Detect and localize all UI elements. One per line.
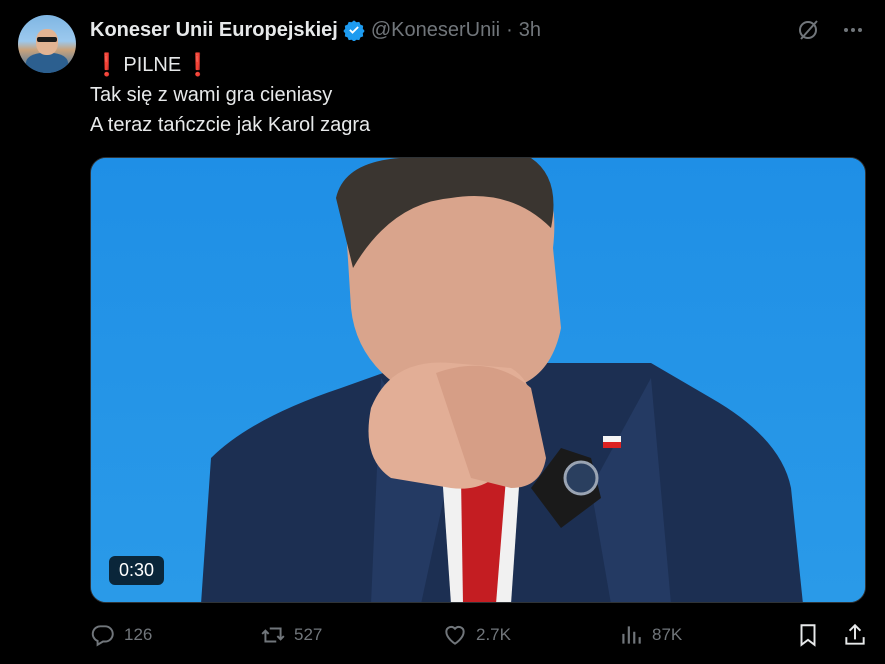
repost-icon — [261, 627, 285, 643]
repost-count: 527 — [294, 625, 323, 644]
exclamation-icon: ❗ — [184, 52, 212, 77]
reply-button[interactable]: 126 — [90, 622, 152, 648]
bookmark-icon — [800, 624, 816, 647]
views-button[interactable]: 87K — [618, 622, 682, 648]
share-icon — [845, 623, 865, 645]
header-separator: · — [506, 18, 513, 41]
tweet-text: ❗ PILNE ❗ Tak się z wami gra cieniasy A … — [90, 50, 370, 140]
tweet-line-1: PILNE — [123, 54, 182, 76]
author-name[interactable]: Koneser Unii Europejskiej — [90, 19, 338, 42]
video-player[interactable]: 0:30 — [90, 157, 866, 603]
tweet-line-2: Tak się z wami gra cieniasy — [90, 84, 333, 106]
share-button[interactable] — [842, 622, 868, 648]
action-bar: 126 527 2.7K 87K — [90, 622, 866, 652]
author-handle[interactable]: @KoneserUnii — [371, 19, 500, 42]
repost-button[interactable]: 527 — [260, 622, 322, 648]
more-icon[interactable] — [841, 18, 865, 42]
tweet-header: Koneser Unii Europejskiej @KoneserUnii ·… — [90, 15, 541, 45]
verified-badge-icon — [343, 20, 365, 41]
views-icon — [622, 626, 641, 644]
views-count: 87K — [652, 625, 683, 644]
grok-icon[interactable] — [797, 18, 821, 42]
reply-count: 126 — [124, 625, 153, 644]
like-icon — [445, 625, 465, 645]
tweet-line-3: A teraz tańczcie jak Karol zagra — [90, 114, 371, 136]
avatar[interactable] — [18, 15, 76, 73]
bookmark-button[interactable] — [795, 622, 821, 648]
like-button[interactable]: 2.7K — [442, 622, 511, 648]
post-time[interactable]: 3h — [519, 19, 541, 42]
like-count: 2.7K — [476, 625, 511, 644]
exclamation-icon: ❗ — [93, 52, 121, 77]
video-frame — [91, 158, 865, 602]
reply-icon — [91, 625, 114, 647]
video-duration: 0:30 — [109, 556, 165, 585]
